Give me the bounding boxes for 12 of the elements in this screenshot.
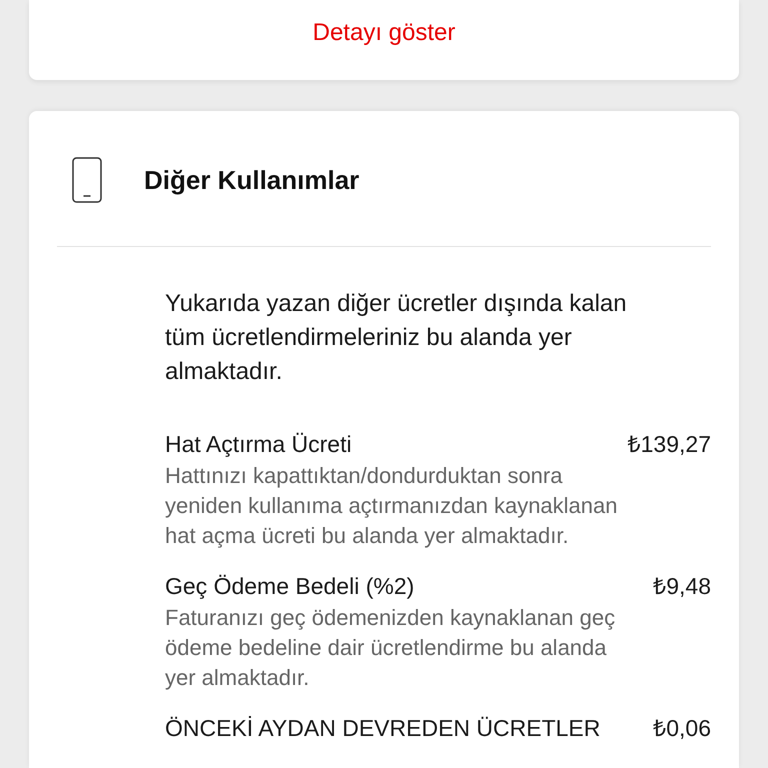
charge-description: Faturanızı geç ödemenizden kaynaklanan geç ödeme bedeline dair ücretlendirme bu alanda yer almaktadır. — [165, 604, 616, 692]
charge-description: Hattınızı kapattıktan/dondurduktan sonra yeniden kullanıma açtırmanızdan kaynaklanan hat açma ücreti bu alanda yer almaktadır. — [165, 462, 618, 550]
phone-icon — [72, 157, 102, 203]
section-title: Diğer Kullanımlar — [144, 164, 360, 196]
charge-name: Hat Açtırma Ücreti — [165, 430, 352, 459]
charge-amount: ₺0,06 — [653, 714, 711, 743]
section-description: Yukarıda yazan diğer ücretler dışında kalan tüm ücretlendirmeleriniz bu alanda yer almaktadır. — [165, 289, 628, 387]
charge-amount: ₺9,48 — [653, 572, 711, 601]
charge-name: ÖNCEKİ AYDAN DEVREDEN ÜCRETLER — [165, 714, 600, 743]
charge-name: Geç Ödeme Bedeli (%2) — [165, 572, 414, 601]
show-details-link[interactable]: Detayı göster — [312, 18, 456, 48]
charge-amount: ₺139,27 — [628, 430, 711, 459]
